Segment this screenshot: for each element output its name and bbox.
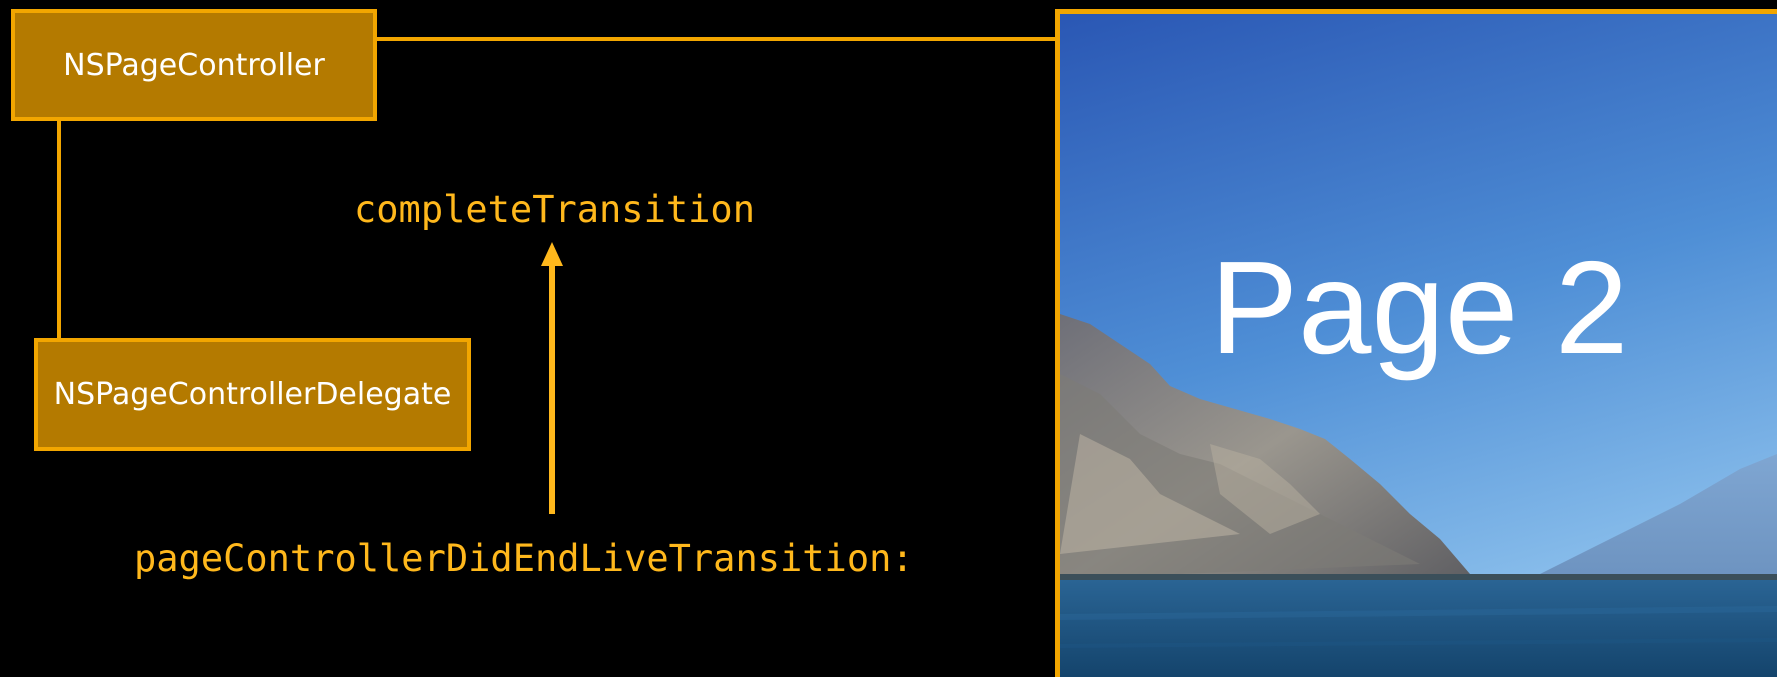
connector-controller-to-delegate [57,118,61,340]
delegate-label: NSPageControllerDelegate [53,377,452,412]
page-controller-box: NSPageController [11,9,377,121]
delegate-box: NSPageControllerDelegate [34,338,471,451]
up-arrow-shaft [549,262,555,514]
page-controller-label: NSPageController [63,47,325,83]
page-title: Page 2 [1210,234,1629,381]
connector-controller-to-page [374,37,1060,41]
complete-transition-label: completeTransition [354,188,755,231]
page-2-view: Page 2 [1055,9,1777,677]
did-end-live-transition-label: pageControllerDidEndLiveTransition: [134,537,914,580]
